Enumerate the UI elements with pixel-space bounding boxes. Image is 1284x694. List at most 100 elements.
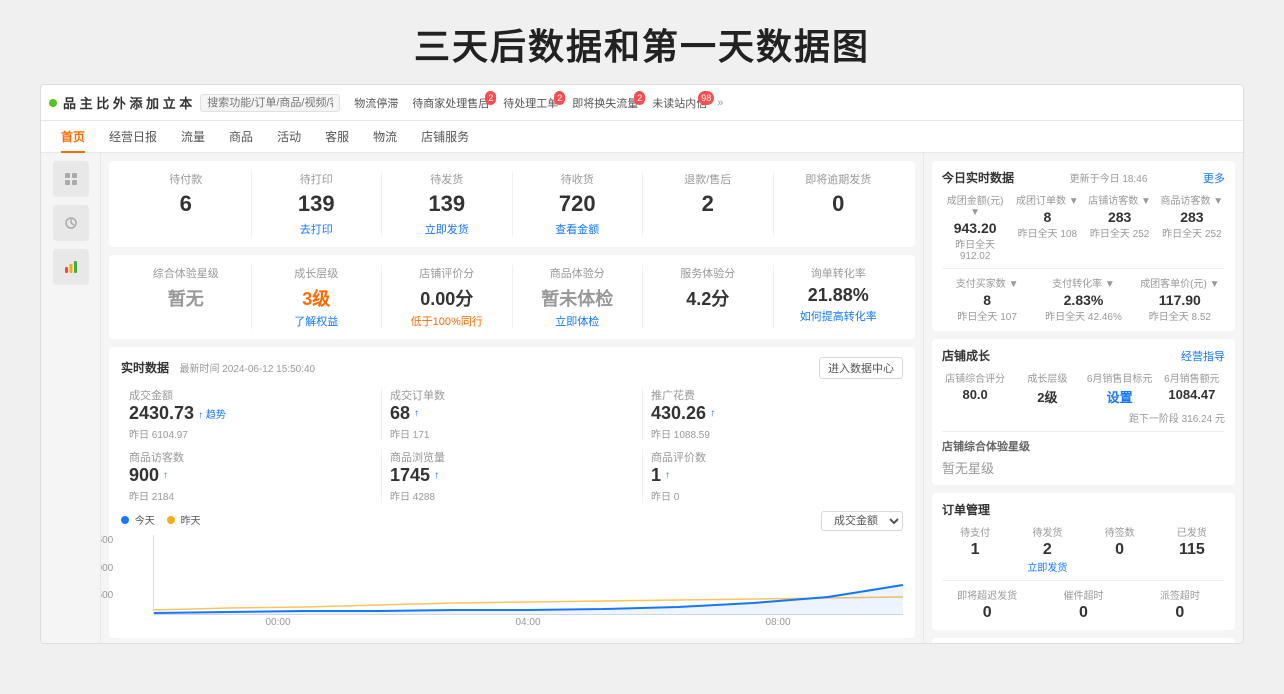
nav-item-logistics[interactable]: 物流停滞 — [348, 92, 404, 114]
today-item-5: 支付转化率 ▼ 2.83% 昨日全天 42.46% — [1038, 275, 1128, 323]
metric-amount: 成交金额 2430.73 ↑ 趋势 昨日 6104.97 — [121, 387, 382, 441]
today-update: 更新于今日 18:46 — [1070, 170, 1148, 185]
order-item-6: 派签超时 0 — [1135, 587, 1225, 622]
sidebar-icon-3[interactable] — [53, 249, 89, 285]
metric-orders: 成交订单数 68 ↑ 昨日 171 — [382, 387, 643, 441]
nav-more[interactable]: » — [717, 97, 723, 109]
today-grid-row1: 成团金额(元) ▼ 943.20 昨日全天 912.02 成团订单数 ▼ 8 昨… — [942, 192, 1225, 262]
stat-overdue: 即将逾期发货 0 — [774, 171, 904, 237]
tab-home[interactable]: 首页 — [49, 121, 97, 153]
order-item-5: 催件超时 0 — [1038, 587, 1128, 622]
main-window: 品 主 比 外 添 加 立 本 物流停滞 待商家处理售后 2 待处理工单 2 即… — [40, 84, 1244, 644]
stat-refund: 退款/售后 2 — [643, 171, 774, 237]
chart-xaxis: 00:00 04:00 08:00 — [153, 617, 903, 628]
nav-item-message[interactable]: 未读站内信 98 — [646, 92, 713, 114]
metric-visitors: 商品访客数 900 ↑ 昨日 2184 — [121, 449, 382, 503]
top-nav: 品 主 比 外 添 加 立 本 物流停滞 待商家处理售后 2 待处理工单 2 即… — [41, 85, 1243, 121]
order-ship-link[interactable]: 立即发货 — [1014, 559, 1080, 574]
score-product: 商品体验分 暂未体检 立即体检 — [513, 265, 644, 329]
nav-item-ticket[interactable]: 待处理工单 2 — [497, 92, 564, 114]
tab-traffic[interactable]: 流量 — [169, 121, 217, 153]
metric-views: 商品浏览量 1745 ↑ 昨日 4288 — [382, 449, 643, 503]
score-conversion: 询单转化率 21.88% 如何提高转化率 — [774, 265, 904, 329]
order-item-0: 待支付 1 — [942, 524, 1008, 574]
store-target-set[interactable]: 设置 — [1087, 387, 1153, 406]
second-nav: 首页 经营日报 流量 商品 活动 客服 物流 店铺服务 — [41, 121, 1243, 153]
tab-product[interactable]: 商品 — [217, 121, 265, 153]
metric-reviews: 商品评价数 1 ↑ 昨日 0 — [643, 449, 903, 503]
order-item-2: 待签数 0 — [1087, 524, 1153, 574]
order-title: 订单管理 — [942, 501, 990, 518]
sidebar-icon-1[interactable] — [53, 161, 89, 197]
message-badge: 98 — [698, 91, 714, 105]
aftersale-badge: 2 — [485, 91, 496, 105]
today-item-1: 成团订单数 ▼ 8 昨日全天 108 — [1014, 192, 1080, 262]
today-item-2: 店铺访客数 ▼ 283 昨日全天 252 — [1087, 192, 1153, 262]
content-area: 待付款 6 待打印 139 去打印 待发货 139 立即发货 待收货 720 — [41, 153, 1243, 643]
score-service: 服务体验分 4.2分 — [643, 265, 774, 329]
stat-pending-ship: 待发货 139 立即发货 — [382, 171, 513, 237]
tab-service[interactable]: 客服 — [313, 121, 361, 153]
tab-store-service[interactable]: 店铺服务 — [409, 121, 481, 153]
nav-items: 物流停滞 待商家处理售后 2 待处理工单 2 即将换失流量 2 未读站内信 98 — [348, 92, 713, 114]
metric-trend-v0[interactable]: ↑ — [163, 470, 168, 481]
score-shop-rating: 店铺评价分 0.00分 低于100%同行 — [382, 265, 513, 329]
chart-canvas — [153, 535, 903, 615]
product-mgmt-card: 商品管理 更多 在售 下架 — [932, 638, 1235, 643]
legend-dot-yesterday — [167, 516, 175, 524]
status-dot — [49, 99, 57, 107]
stat-link-2[interactable]: 立即发货 — [390, 221, 504, 237]
store-metrics-grid: 店铺综合评分 80.0 成长层级 2级 6月销售目标元 设置 6月销售额元 10… — [942, 370, 1225, 406]
today-item-4: 支付买家数 ▼ 8 昨日全天 107 — [942, 275, 1032, 323]
chart-select[interactable]: 成交金额 — [821, 511, 903, 531]
score-experience: 综合体验星级 暂无 — [121, 265, 252, 329]
metric-trend-1[interactable]: ↑ — [414, 408, 419, 419]
order-item-1: 待发货 2 立即发货 — [1014, 524, 1080, 574]
realtime-update-time: 最新时间 2024-06-12 15:50:40 — [179, 364, 315, 375]
order-grid-row2: 即将超迟发货 0 催件超时 0 派签超时 0 — [942, 587, 1225, 622]
stat-link-1[interactable]: 去打印 — [260, 221, 374, 237]
today-grid-row2: 支付买家数 ▼ 8 昨日全天 107 支付转化率 ▼ 2.83% 昨日全天 42… — [942, 275, 1225, 323]
order-item-4: 即将超迟发货 0 — [942, 587, 1032, 622]
chart-wrapper: 7500 5000 2500 0 — [121, 535, 903, 628]
today-more-link[interactable]: 更多 — [1203, 170, 1225, 186]
score-level: 成长层级 3级 了解权益 — [252, 265, 383, 329]
page-title: 三天后数据和第一天数据图 — [0, 18, 1284, 70]
today-title: 今日实时数据 — [942, 169, 1014, 186]
store-growth-note: 距下一阶段 316.24 元 — [942, 410, 1225, 425]
tab-logistics[interactable]: 物流 — [361, 121, 409, 153]
store-experience-label: 店铺综合体验星级 — [942, 438, 1225, 454]
tab-daily[interactable]: 经营日报 — [97, 121, 169, 153]
score-product-link[interactable]: 立即体检 — [521, 313, 635, 329]
score-shop-link[interactable]: 低于100%同行 — [390, 313, 504, 329]
nav-item-traffic[interactable]: 即将换失流量 2 — [566, 92, 644, 114]
realtime-title: 实时数据 — [121, 361, 169, 375]
traffic-badge: 2 — [634, 91, 645, 105]
stat-pending-print: 待打印 139 去打印 — [252, 171, 383, 237]
sidebar-icon-2[interactable] — [53, 205, 89, 241]
metric-promo: 推广花费 430.26 ↑ 昨日 1088.59 — [643, 387, 903, 441]
page-header: 三天后数据和第一天数据图 — [0, 0, 1284, 84]
metric-trend-0[interactable]: ↑ 趋势 — [198, 406, 226, 421]
tab-activity[interactable]: 活动 — [265, 121, 313, 153]
today-item-6: 成团客单价(元) ▼ 117.90 昨日全天 8.52 — [1135, 275, 1225, 323]
nav-item-aftersale[interactable]: 待商家处理售后 2 — [406, 92, 495, 114]
metric-trend-2[interactable]: ↑ — [710, 408, 715, 419]
metric-trend-v1[interactable]: ↑ — [434, 470, 439, 481]
score-conversion-link[interactable]: 如何提高转化率 — [782, 308, 896, 324]
realtime-datacenter-btn[interactable]: 进入数据中心 — [819, 357, 903, 379]
score-level-link[interactable]: 了解权益 — [260, 313, 374, 329]
realtime-header: 实时数据 最新时间 2024-06-12 15:50:40 进入数据中心 — [121, 357, 903, 379]
store-metric-3: 6月销售额元 1084.47 — [1159, 370, 1225, 406]
store-experience-value: 暂无星级 — [942, 458, 1225, 477]
metric-trend-v2[interactable]: ↑ — [665, 470, 670, 481]
store-growth-title: 店铺成长 — [942, 347, 990, 364]
nav-logo: 品 主 比 外 添 加 立 本 — [63, 93, 192, 112]
store-metric-2: 6月销售目标元 设置 — [1087, 370, 1153, 406]
store-growth-link[interactable]: 经营指导 — [1181, 348, 1225, 364]
search-input[interactable] — [200, 94, 340, 112]
stat-link-3[interactable]: 查看金额 — [521, 221, 635, 237]
ticket-badge: 2 — [554, 91, 565, 105]
order-management-card: 订单管理 待支付 1 待发货 2 立即发货 待签数 0 — [932, 493, 1235, 630]
realtime-metrics-row2: 商品访客数 900 ↑ 昨日 2184 商品浏览量 1745 ↑ 昨 — [121, 449, 903, 503]
